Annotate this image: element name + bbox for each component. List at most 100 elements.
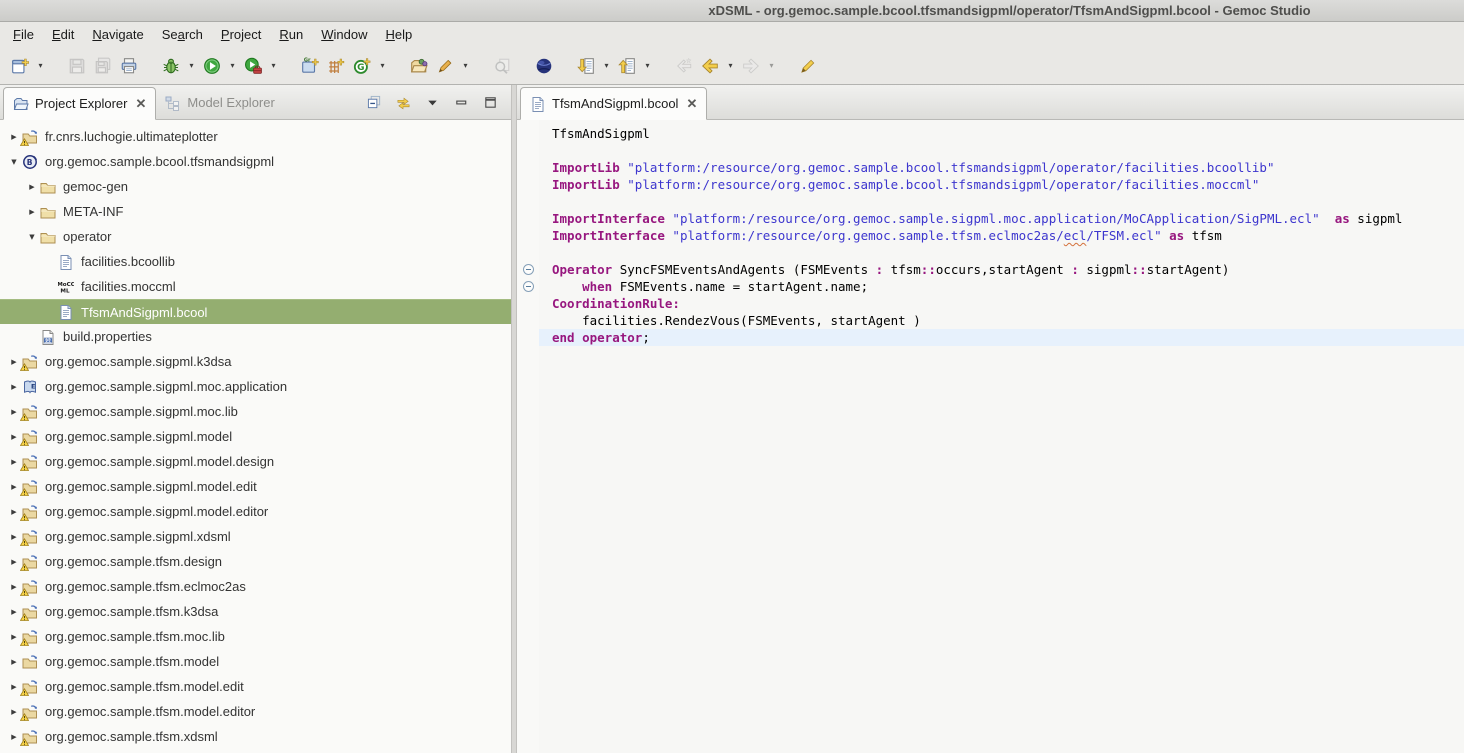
tree-item-operator[interactable]: ▼ operator [0,224,511,249]
save-all-icon [94,57,112,75]
menu-file[interactable]: File [4,24,43,45]
tab-editor-label: TfsmAndSigpml.bcool [552,96,678,111]
menu-help[interactable]: Help [376,24,421,45]
tab-model-explorer[interactable]: Model Explorer [156,86,283,119]
code-editor[interactable]: TfsmAndSigpmlImportLib "platform:/resour… [539,120,1464,753]
tree-item-org.gemoc.sample.sigpml.xdsml[interactable]: ▶org.gemoc.sample.sigpml.xdsml [0,524,511,549]
close-icon[interactable]: ✕ [135,98,146,110]
collapse-arrow-icon[interactable]: ▼ [6,158,22,166]
project-icon [22,354,39,370]
tree-item-META-INF[interactable]: ▶META-INF [0,199,511,224]
folder-icon [40,179,57,195]
next-annotation-button[interactable] [573,53,599,79]
menu-edit[interactable]: Edit [43,24,83,45]
tree-item-TfsmAndSigpml.bcool[interactable]: TfsmAndSigpml.bcool [0,299,511,324]
menu-project[interactable]: Project [212,24,270,45]
toggle-annotation-marker-dropdown[interactable]: ▾ [458,53,473,79]
next-annotation-dropdown[interactable]: ▾ [599,53,614,79]
collapse-arrow-icon[interactable]: ▼ [24,233,40,241]
tab-editor-tfsmandsigpml[interactable]: TfsmAndSigpml.bcool ✕ [520,87,707,120]
debug-button[interactable] [158,53,184,79]
tree-item-fr.cnrs.luchogie.ultimateplotter[interactable]: ▶fr.cnrs.luchogie.ultimateplotter [0,124,511,149]
collapse-all-button[interactable] [365,93,383,111]
menu-window[interactable]: Window [312,24,376,45]
tree-item-org.gemoc.sample.sigpml.model.edit[interactable]: ▶org.gemoc.sample.sigpml.model.edit [0,474,511,499]
tree-item-org.gemoc.sample.tfsm.eclmoc2as[interactable]: ▶org.gemoc.sample.tfsm.eclmoc2as [0,574,511,599]
link-with-editor-button[interactable] [394,93,412,111]
tree-item-org.gemoc.sample.tfsm.model.edit[interactable]: ▶org.gemoc.sample.tfsm.model.edit [0,674,511,699]
plugin-project-icon: E [22,379,39,395]
tree-item-org.gemoc.sample.sigpml.model.design[interactable]: ▶org.gemoc.sample.sigpml.model.design [0,449,511,474]
project-icon [22,429,39,445]
xdsml-project-icon: B [22,154,39,170]
tree-item-org.gemoc.sample.tfsm.model[interactable]: ▶org.gemoc.sample.tfsm.model [0,649,511,674]
code-line: ImportInterface "platform:/resource/org.… [539,210,1464,227]
new-gemoc-language-project-button[interactable]: Gr [297,53,323,79]
back-dropdown[interactable]: ▾ [723,53,738,79]
menu-run[interactable]: Run [270,24,312,45]
ruler-line [517,142,539,159]
new-gemoc-component-dropdown[interactable]: ▾ [375,53,390,79]
print-button[interactable] [116,53,142,79]
back-icon [701,57,719,75]
new-wizard-dropdown[interactable]: ▾ [33,53,48,79]
mark-location-button[interactable] [795,53,821,79]
ruler-line [517,278,539,295]
tree-item-label: operator [63,229,111,244]
model-explorer-icon [165,95,181,111]
previous-annotation-dropdown[interactable]: ▾ [640,53,655,79]
run-button[interactable] [199,53,225,79]
warning-overlay-icon [20,638,29,646]
fold-collapse-icon[interactable] [523,264,534,275]
tree-item-label: facilities.moccml [81,279,176,294]
next-annotation-icon [577,57,595,75]
toolbar-gap [515,65,531,66]
tab-project-explorer[interactable]: Project Explorer ✕ [3,87,156,120]
run-external-tools-dropdown[interactable]: ▾ [266,53,281,79]
svg-text:MoCC: MoCC [58,282,74,288]
tree-item-org.gemoc.sample.bcool.tfsmandsigpml[interactable]: ▼Borg.gemoc.sample.bcool.tfsmandsigpml [0,149,511,174]
close-icon[interactable]: ✕ [686,98,697,110]
previous-annotation-button[interactable] [614,53,640,79]
expand-arrow-icon[interactable]: ▶ [6,383,22,391]
expand-arrow-icon[interactable]: ▶ [24,183,40,191]
new-wizard-button[interactable] [7,53,33,79]
view-menu-button[interactable] [423,93,441,111]
debug-icon [162,57,180,75]
expand-arrow-icon[interactable]: ▶ [6,658,22,666]
new-ecore-diagram-button[interactable] [323,53,349,79]
svg-text:010: 010 [44,338,53,344]
run-dropdown[interactable]: ▾ [225,53,240,79]
back-button[interactable] [697,53,723,79]
tree-item-org.gemoc.sample.tfsm.model.editor[interactable]: ▶org.gemoc.sample.tfsm.model.editor [0,699,511,724]
tree-item-facilities.moccml[interactable]: MoCCMLfacilities.moccml [0,274,511,299]
menu-navigate[interactable]: Navigate [83,24,152,45]
tree-item-build.properties[interactable]: 010build.properties [0,324,511,349]
tree-item-facilities.bcoollib[interactable]: facilities.bcoollib [0,249,511,274]
minimize-button[interactable] [452,93,470,111]
project-icon [22,579,39,595]
tree-item-org.gemoc.sample.sigpml.k3dsa[interactable]: ▶org.gemoc.sample.sigpml.k3dsa [0,349,511,374]
run-external-tools-button[interactable] [240,53,266,79]
ruler-line [517,125,539,142]
tree-item-org.gemoc.sample.sigpml.model.editor[interactable]: ▶org.gemoc.sample.sigpml.model.editor [0,499,511,524]
expand-arrow-icon[interactable]: ▶ [24,208,40,216]
toggle-annotation-marker-button[interactable] [432,53,458,79]
tree-item-org.gemoc.sample.sigpml.moc.application[interactable]: ▶Eorg.gemoc.sample.sigpml.moc.applicatio… [0,374,511,399]
tab-project-explorer-label: Project Explorer [35,96,127,111]
tree-item-org.gemoc.sample.tfsm.xdsml[interactable]: ▶org.gemoc.sample.tfsm.xdsml [0,724,511,749]
fold-collapse-icon[interactable] [523,281,534,292]
tree-item-org.gemoc.sample.sigpml.moc.lib[interactable]: ▶org.gemoc.sample.sigpml.moc.lib [0,399,511,424]
debug-dropdown[interactable]: ▾ [184,53,199,79]
maximize-button[interactable] [481,93,499,111]
tree-item-org.gemoc.sample.sigpml.model[interactable]: ▶org.gemoc.sample.sigpml.model [0,424,511,449]
new-gemoc-component-button[interactable]: G [349,53,375,79]
tree-item-gemoc-gen[interactable]: ▶gemoc-gen [0,174,511,199]
load-model-button[interactable] [406,53,432,79]
project-icon [22,129,39,145]
tree-item-org.gemoc.sample.tfsm.design[interactable]: ▶org.gemoc.sample.tfsm.design [0,549,511,574]
open-web-browser-button[interactable] [531,53,557,79]
tree-item-org.gemoc.sample.tfsm.k3dsa[interactable]: ▶org.gemoc.sample.tfsm.k3dsa [0,599,511,624]
menu-search[interactable]: Search [153,24,212,45]
tree-item-org.gemoc.sample.tfsm.moc.lib[interactable]: ▶org.gemoc.sample.tfsm.moc.lib [0,624,511,649]
